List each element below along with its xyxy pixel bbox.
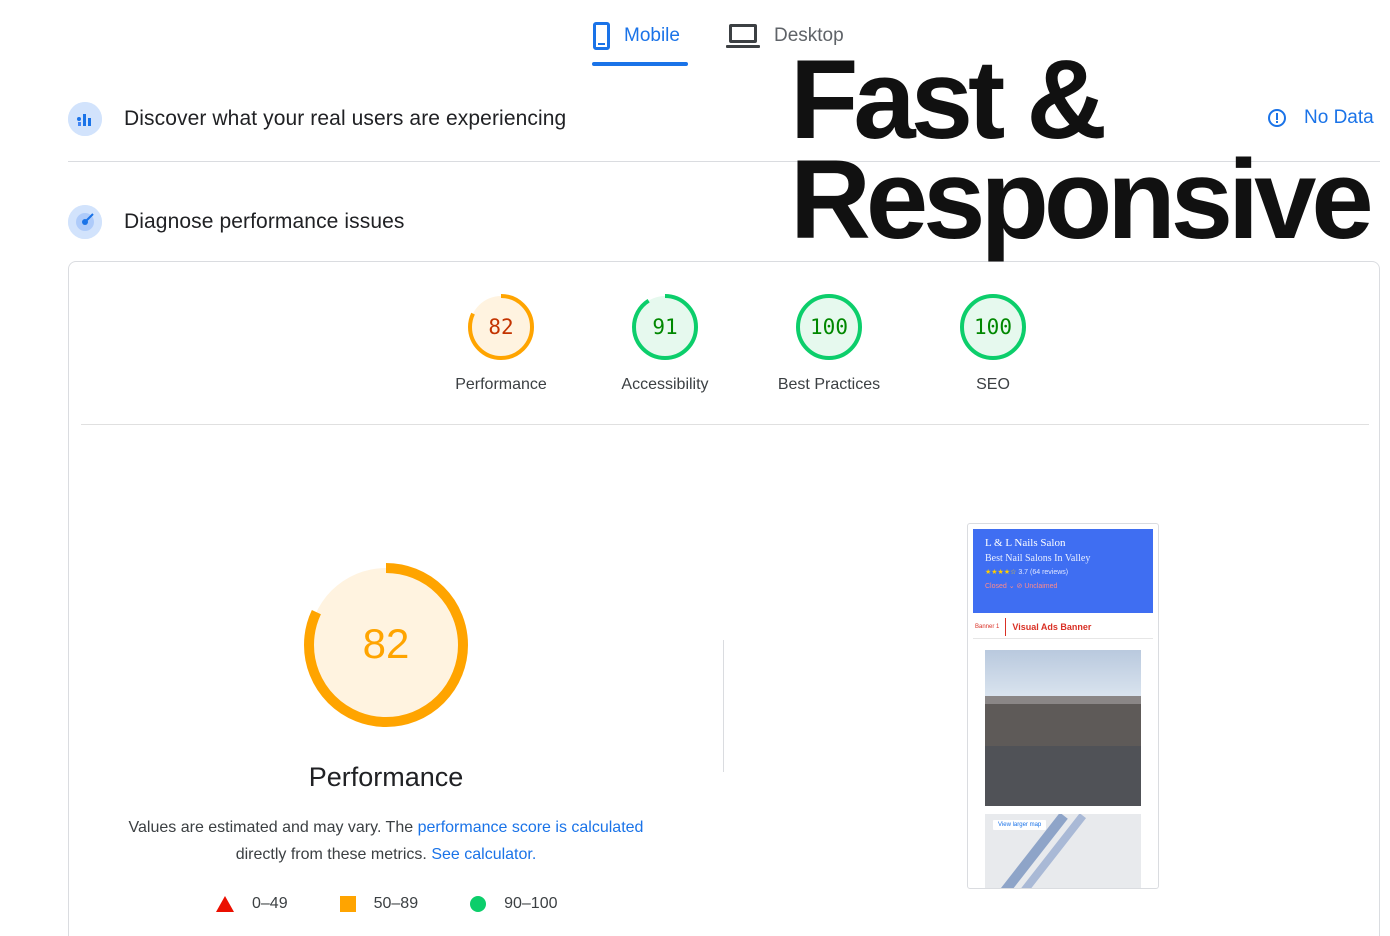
gauge-seo-ring: 100 — [960, 294, 1026, 360]
gauge-performance[interactable]: 82 Performance — [419, 292, 583, 394]
vertical-divider — [723, 640, 724, 772]
gauge-best-practices-ring: 100 — [796, 294, 862, 360]
score-gauges: 82 Performance 91 Accessibility 100 Best… — [419, 292, 1075, 394]
smartphone-icon — [593, 22, 610, 50]
view-larger-map-button: View larger map — [993, 820, 1047, 830]
users-chart-icon — [68, 102, 102, 136]
gauge-accessibility[interactable]: 91 Accessibility — [583, 292, 747, 394]
desc-text-2: directly from these metrics. — [235, 846, 432, 863]
promo-headline: Fast & Responsive — [790, 37, 1374, 262]
diagnose-section-header: Diagnose performance issues — [68, 205, 405, 239]
screenshot-banner: Banner 1 Visual Ads Banner — [973, 615, 1153, 639]
screenshot-rating: ★★★★☆ 3.7 (64 reviews) — [985, 568, 1153, 576]
screenshot-header: L & L Nails Salon Best Nail Salons In Va… — [973, 529, 1153, 613]
performance-big-score: 82 — [363, 620, 410, 667]
page-screenshot-thumbnail[interactable]: L & L Nails Salon Best Nail Salons In Va… — [967, 523, 1159, 889]
performance-title: Performance — [308, 762, 464, 792]
legend-average: 50–89 — [339, 895, 419, 913]
headline-line-2: Responsive — [790, 137, 1374, 262]
card-divider — [81, 424, 1369, 425]
real-users-section-header[interactable]: Discover what your real users are experi… — [68, 102, 566, 136]
legend-pass-label: 90–100 — [504, 895, 558, 912]
performance-big-gauge: 82 — [304, 563, 468, 727]
real-users-title: Discover what your real users are experi… — [124, 107, 567, 130]
performance-description: Values are estimated and may vary. The p… — [99, 814, 673, 868]
legend-average-label: 50–89 — [373, 895, 419, 912]
tab-active-indicator — [592, 62, 688, 66]
see-calculator-link[interactable]: See calculator. — [431, 846, 536, 863]
gauge-seo-score: 100 — [974, 315, 1012, 339]
square-average-icon — [339, 896, 356, 912]
lighthouse-icon — [68, 205, 102, 239]
screenshot-banner-title: Visual Ads Banner — [1012, 621, 1092, 632]
screenshot-subtitle: Best Nail Salons In Valley — [985, 553, 1091, 564]
desc-text-1: Values are estimated and may vary. The — [128, 819, 418, 836]
gauge-performance-label: Performance — [455, 376, 547, 393]
gauge-accessibility-score: 91 — [652, 315, 677, 339]
gauge-accessibility-label: Accessibility — [621, 376, 709, 393]
building-shape — [985, 696, 1141, 746]
legend-fail: 0–49 — [216, 895, 288, 913]
gauge-seo-label: SEO — [976, 376, 1010, 393]
gauge-best-practices[interactable]: 100 Best Practices — [747, 292, 911, 394]
screenshot-map: View larger map — [985, 814, 1141, 888]
screenshot-rating-text: 3.7 (64 reviews) — [1018, 569, 1069, 576]
screenshot-status: Closed ⌄ ⊘ Unclaimed — [985, 583, 1058, 590]
storefront-photo — [985, 650, 1141, 806]
gauge-seo[interactable]: 100 SEO — [911, 292, 1075, 394]
lighthouse-report-card: 82 Performance 91 Accessibility 100 Best… — [68, 261, 1380, 936]
screenshot-banner-tag: Banner 1 — [973, 617, 1007, 636]
screenshot-business-name: L & L Nails Salon — [985, 537, 1066, 549]
gauge-performance-score: 82 — [488, 315, 513, 339]
gauge-accessibility-ring: 91 — [632, 294, 698, 360]
legend-fail-label: 0–49 — [252, 895, 288, 912]
circle-pass-icon — [470, 896, 487, 912]
legend-pass: 90–100 — [470, 895, 557, 913]
score-legend: 0–49 50–89 90–100 — [216, 895, 609, 913]
headline-line-1: Fast & — [790, 37, 1107, 162]
tab-mobile-label: Mobile — [624, 25, 680, 46]
diagnose-title: Diagnose performance issues — [124, 210, 405, 233]
triangle-fail-icon — [216, 896, 234, 912]
gauge-best-practices-label: Best Practices — [777, 376, 881, 393]
tab-mobile[interactable]: Mobile — [585, 14, 688, 66]
gauge-performance-ring: 82 — [468, 294, 534, 360]
parking-lot-shape — [985, 746, 1141, 806]
laptop-icon — [725, 24, 760, 48]
star-rating-icon: ★★★★☆ — [985, 569, 1017, 576]
gauge-best-practices-score: 100 — [810, 315, 848, 339]
performance-score-link[interactable]: performance score is calculated — [418, 819, 644, 836]
